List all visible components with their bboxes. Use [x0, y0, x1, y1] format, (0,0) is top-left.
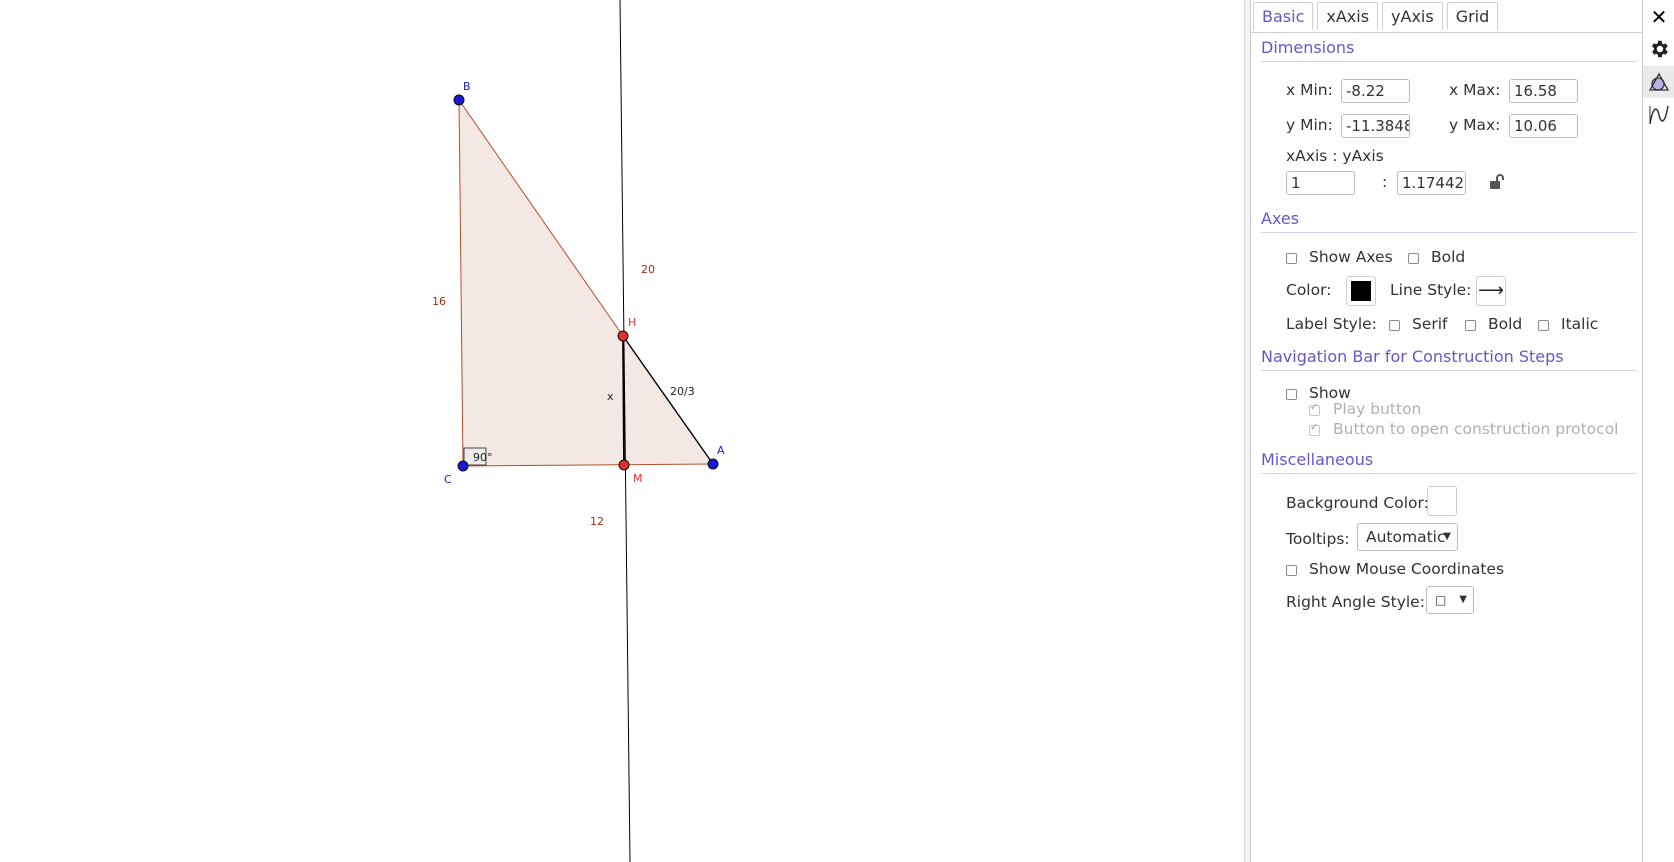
section-axes: Axes — [1261, 209, 1300, 228]
tab-yaxis[interactable]: yAxis — [1382, 2, 1443, 30]
serif-checkbox[interactable] — [1389, 320, 1400, 331]
ratio-y-input[interactable]: 1.17442 — [1397, 171, 1466, 195]
unlock-icon[interactable] — [1488, 172, 1508, 196]
properties-panel: Basic xAxis yAxis Grid Dimensions x Min:… — [1250, 0, 1644, 862]
italic-label: Italic — [1561, 315, 1599, 333]
chevron-down-icon: ▼ — [1459, 594, 1467, 605]
axis-color-fill — [1351, 281, 1371, 301]
xmin-label: x Min: — [1286, 81, 1333, 99]
label-8[interactable]: 20/3 — [670, 385, 695, 398]
divider-axes — [1261, 232, 1637, 233]
divider-dimensions — [1261, 61, 1637, 62]
label-2[interactable]: A — [717, 444, 725, 457]
right-angle-value: □ — [1435, 593, 1447, 607]
show-mouse-coords-label: Show Mouse Coordinates — [1309, 560, 1505, 578]
divider-navigation — [1261, 370, 1637, 371]
ymax-input[interactable]: 10.06 — [1509, 114, 1578, 138]
xmax-label: x Max: — [1449, 81, 1501, 99]
label-7[interactable]: 12 — [590, 515, 604, 528]
tab-underline — [1251, 32, 1644, 33]
label-0[interactable]: B — [463, 80, 471, 93]
view-sidebar: ✕ — [1643, 0, 1674, 862]
xmin-input[interactable]: -8.22 — [1341, 79, 1410, 103]
open-protocol-label: Button to open construction protocol — [1333, 420, 1619, 438]
right-angle-label: Right Angle Style: — [1286, 593, 1425, 611]
show-mouse-coords-checkbox[interactable] — [1286, 565, 1297, 576]
point-b[interactable] — [453, 94, 465, 106]
italic-checkbox[interactable] — [1538, 320, 1549, 331]
play-button-label: Play button — [1333, 400, 1422, 418]
bold-axes-checkbox[interactable] — [1408, 253, 1419, 264]
close-icon[interactable]: ✕ — [1647, 5, 1671, 29]
point-h[interactable] — [617, 330, 629, 342]
label-4[interactable]: M — [633, 472, 643, 485]
graph2-icon[interactable] — [1647, 103, 1671, 127]
right-angle-select[interactable]: □ ▼ — [1426, 586, 1474, 614]
line-style-label: Line Style: — [1390, 281, 1472, 299]
point-m[interactable] — [618, 459, 630, 471]
ymax-label: y Max: — [1449, 116, 1501, 134]
tab-grid[interactable]: Grid — [1446, 2, 1499, 30]
background-color-label: Background Color: — [1286, 494, 1429, 512]
tooltips-label: Tooltips: — [1286, 530, 1350, 548]
divider-miscellaneous — [1261, 473, 1637, 474]
ratio-x-input[interactable]: 1 — [1286, 171, 1355, 195]
ratio-separator: : — [1382, 173, 1388, 191]
label-style-label: Label Style: — [1286, 315, 1377, 333]
label-bold-checkbox[interactable] — [1465, 320, 1476, 331]
gear-icon[interactable] — [1647, 37, 1671, 61]
bold-axes-label: Bold — [1431, 248, 1466, 266]
serif-label: Serif — [1412, 315, 1448, 333]
play-button-checkbox — [1309, 402, 1320, 416]
xmax-input[interactable]: 16.58 — [1509, 79, 1578, 103]
label-6[interactable]: 20 — [641, 263, 655, 276]
section-dimensions: Dimensions — [1261, 38, 1355, 57]
open-protocol-checkbox — [1309, 422, 1320, 436]
tooltips-select[interactable]: Automatic ▼ — [1357, 523, 1458, 551]
graphics-view[interactable]: 90° B C A H M 16 20 12 20/3 x — [0, 0, 1244, 862]
ymin-label: y Min: — [1286, 116, 1333, 134]
label-9[interactable]: x — [607, 390, 614, 403]
label-bold-label: Bold — [1488, 315, 1523, 333]
show-navbar-checkbox[interactable] — [1286, 389, 1297, 400]
label-1[interactable]: C — [444, 473, 452, 486]
segment-hm[interactable] — [622, 335, 625, 466]
label-5[interactable]: 16 — [432, 295, 446, 308]
show-axes-checkbox[interactable] — [1286, 253, 1297, 264]
tooltips-value: Automatic — [1366, 528, 1446, 546]
angle-label: 90° — [473, 451, 493, 464]
label-3[interactable]: H — [628, 316, 636, 329]
axis-color-swatch[interactable] — [1346, 276, 1376, 306]
show-axes-label: Show Axes — [1309, 248, 1393, 266]
tab-bar: Basic xAxis yAxis Grid — [1253, 2, 1499, 32]
geometry-canvas[interactable]: 90° B C A H M 16 20 12 20/3 x — [0, 0, 1244, 862]
point-c[interactable] — [457, 460, 469, 472]
tab-basic[interactable]: Basic — [1253, 2, 1314, 30]
section-navigation: Navigation Bar for Construction Steps — [1261, 347, 1564, 366]
background-color-swatch[interactable] — [1427, 486, 1457, 516]
axis-color-label: Color: — [1286, 281, 1332, 299]
section-miscellaneous: Miscellaneous — [1261, 450, 1374, 469]
graphics-icon[interactable] — [1643, 66, 1674, 98]
tab-xaxis[interactable]: xAxis — [1317, 2, 1379, 30]
chevron-down-icon: ▼ — [1443, 531, 1451, 542]
point-a[interactable] — [707, 458, 719, 470]
ymin-input[interactable]: -11.38484 — [1341, 114, 1410, 138]
line-style-button[interactable]: ⟶ — [1476, 276, 1506, 306]
axis-ratio-label: xAxis : yAxis — [1286, 147, 1384, 165]
